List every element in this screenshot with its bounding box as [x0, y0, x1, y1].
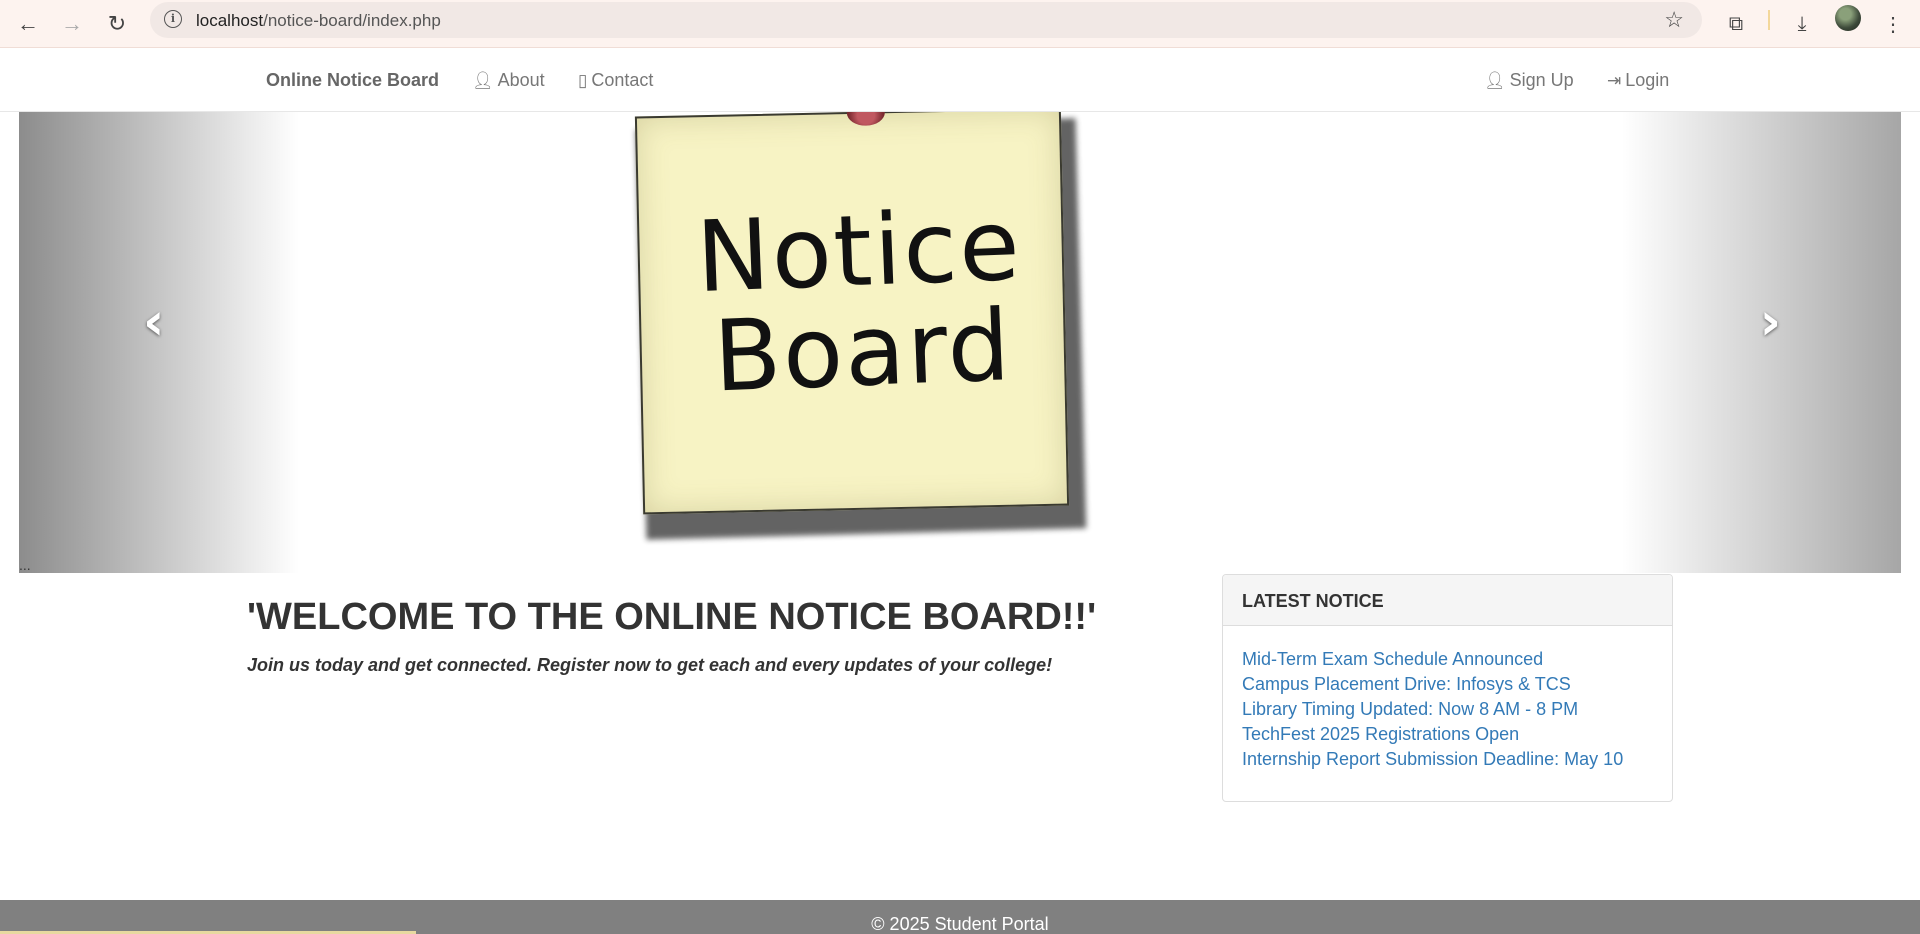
reload-icon[interactable]: ↻	[101, 8, 133, 40]
address-bar[interactable]: i localhost/notice-board/index.php ☆	[150, 2, 1702, 38]
chevron-right-icon[interactable]: ›	[1760, 292, 1781, 352]
carousel-caption: ...	[19, 557, 31, 573]
menu-dots-icon[interactable]: ⋮	[1877, 8, 1909, 40]
sticky-note: Notice Board	[634, 112, 1070, 515]
notice-link[interactable]: Campus Placement Drive: Infosys & TCS	[1242, 672, 1653, 697]
site-navbar: Online Notice Board 👤︎ About ▯ Contact 👤…	[0, 48, 1920, 112]
browser-toolbar: ← → ↻ i localhost/notice-board/index.php…	[0, 0, 1920, 48]
notice-board-image: Notice Board	[619, 112, 1089, 540]
notice-list: Mid-Term Exam Schedule Announced Campus …	[1223, 626, 1672, 793]
chevron-left-icon[interactable]: ‹	[143, 292, 164, 352]
url-text[interactable]: localhost/notice-board/index.php	[196, 11, 441, 31]
latest-notice-panel: LATEST NOTICE Mid-Term Exam Schedule Ann…	[1222, 574, 1673, 802]
page-footer: © 2025 Student Portal	[0, 900, 1920, 934]
login-link[interactable]: ⇥ Login	[1607, 70, 1669, 91]
user-icon: 👤︎	[472, 70, 494, 90]
bookmark-star-icon[interactable]: ☆	[1664, 7, 1684, 33]
login-icon: ⇥	[1607, 70, 1622, 90]
phone-icon: ▯	[578, 70, 588, 90]
profile-avatar[interactable]	[1835, 5, 1861, 31]
about-link[interactable]: 👤︎ About	[472, 70, 545, 91]
back-icon[interactable]: ←	[12, 8, 44, 40]
notice-link[interactable]: Library Timing Updated: Now 8 AM - 8 PM	[1242, 697, 1653, 722]
extensions-icon[interactable]: ⧉	[1720, 8, 1752, 40]
signup-link[interactable]: 👤︎ Sign Up	[1484, 70, 1574, 91]
contact-link[interactable]: ▯ Contact	[578, 70, 653, 91]
latest-notice-heading: LATEST NOTICE	[1223, 575, 1672, 626]
notice-link[interactable]: TechFest 2025 Registrations Open	[1242, 722, 1653, 747]
download-icon[interactable]: ⤓	[1786, 8, 1818, 40]
notice-link[interactable]: Internship Report Submission Deadline: M…	[1242, 747, 1653, 772]
user-icon: 👤︎	[1484, 70, 1506, 90]
forward-icon[interactable]: →	[56, 8, 88, 40]
site-info-icon[interactable]: i	[164, 10, 182, 28]
brand-link[interactable]: Online Notice Board	[266, 70, 439, 91]
footer-text: © 2025 Student Portal	[871, 914, 1049, 934]
toolbar-separator	[1768, 10, 1770, 30]
image-carousel: Notice Board ‹ › ...	[19, 112, 1901, 573]
welcome-subtitle: Join us today and get connected. Registe…	[247, 655, 1053, 675]
note-line-2: Board	[711, 289, 1014, 415]
pushpin-icon	[846, 112, 886, 127]
notice-link[interactable]: Mid-Term Exam Schedule Announced	[1242, 647, 1653, 672]
welcome-title: 'WELCOME TO THE ONLINE NOTICE BOARD!!'	[247, 596, 1097, 638]
